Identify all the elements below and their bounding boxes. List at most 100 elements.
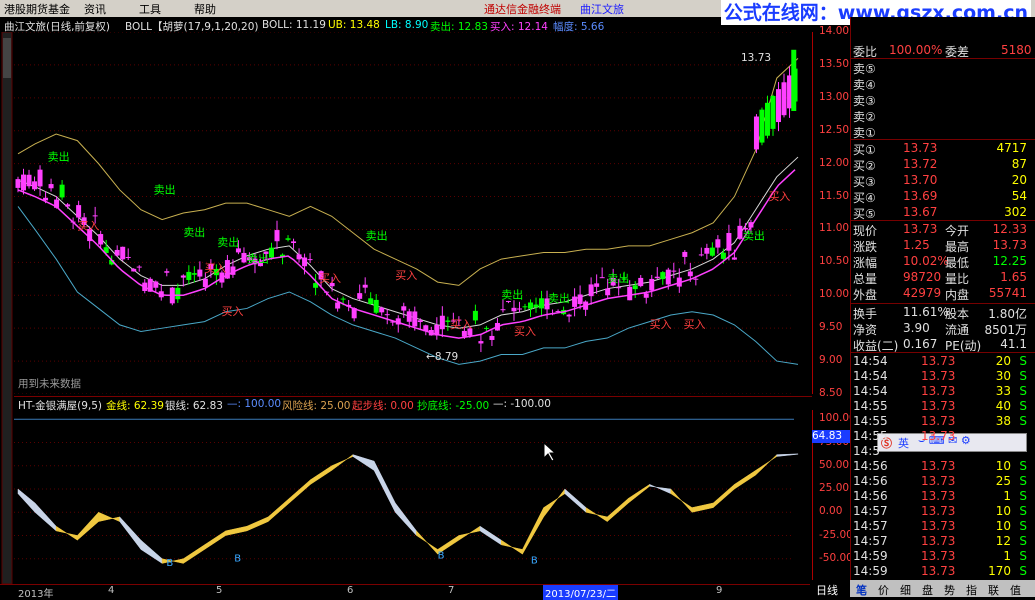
tick-price: 13.73 <box>921 384 956 398</box>
date-label: 4 <box>108 585 115 596</box>
detail-tab[interactable]: 笔 <box>856 582 867 598</box>
stat-row: 涨跌 1.25 最高 13.73 <box>853 238 1031 254</box>
stat-value: 11.61% <box>903 305 949 319</box>
tick-row: 14:55 13.73 40 S <box>853 399 1031 415</box>
tick-row: 14:57 13.73 10 S <box>853 504 1031 520</box>
osc-band <box>670 488 693 513</box>
osc-signal-mark: B <box>438 551 445 562</box>
low-annotation-value: 8.79 <box>434 351 459 363</box>
ask-level-label: 卖② <box>853 110 876 124</box>
high-annotation: 13.73 <box>741 52 772 64</box>
detail-tab[interactable]: 细 <box>900 582 911 598</box>
candle-body <box>533 304 539 308</box>
tick-volume: 33 <box>995 384 1011 398</box>
candle-body <box>522 306 528 308</box>
tick-row: 14:56 13.73 10 S <box>853 459 1031 475</box>
detail-tab[interactable]: 值 <box>1010 582 1021 598</box>
candle-body <box>186 271 192 280</box>
bid-level-label: 买③ <box>853 175 876 189</box>
bid-volume: 54 <box>1011 189 1027 203</box>
mouse-cursor-icon <box>543 441 557 462</box>
tick-side: S <box>1019 534 1027 548</box>
kline-chart[interactable]: 卖出买入卖出卖出买入卖出卖出买入买入卖出买入买入卖出买入卖出卖出买入 买入卖出买入 <box>14 32 811 394</box>
tick-price: 13.73 <box>921 564 956 578</box>
candle-body <box>687 271 693 277</box>
price-tick: 11.50 <box>819 189 850 202</box>
oscillator-chart[interactable]: BBBB <box>14 410 811 582</box>
candle-body <box>164 271 170 273</box>
candle-body <box>737 225 743 239</box>
bid-level-label: 买① <box>853 143 876 157</box>
date-label: 5 <box>216 585 223 596</box>
period-daily-tab[interactable]: 日线 <box>810 580 850 597</box>
stat-row: 现价 13.73 今开 12.33 <box>853 222 1031 238</box>
osc-band <box>204 530 226 550</box>
candle-body <box>98 234 104 245</box>
tick-side: S <box>1019 504 1027 518</box>
candle-body <box>753 116 759 150</box>
stat-value: 42979 <box>903 286 942 300</box>
stat-label: PE(动) <box>945 339 982 353</box>
ask-level-label: 卖③ <box>853 94 876 108</box>
price-tick: 12.50 <box>819 123 850 136</box>
candle-body <box>285 238 291 240</box>
tick-price: 13.73 <box>921 354 956 368</box>
osc-band <box>246 516 269 532</box>
candle-body <box>649 278 655 291</box>
stat-value: 1.25 <box>903 238 930 252</box>
tick-side: S <box>1019 354 1027 368</box>
osc-band <box>289 479 311 504</box>
candle-body <box>307 259 313 261</box>
detail-tab[interactable]: 盘 <box>922 582 933 598</box>
pane-divider <box>14 396 812 397</box>
menu-item-hk-futures[interactable]: 港股期货基金 <box>4 1 70 17</box>
tick-volume: 20 <box>995 354 1011 368</box>
osc-band <box>564 488 587 513</box>
candle-body <box>483 327 489 329</box>
tick-row: 14:54 13.73 33 S <box>853 384 1031 400</box>
quote-panel: 委比 100.00% 委差 5180 Ⓢ 英 ⌣ ⌨ ✉ ⚙ 卖⑤ 卖④ 卖③ 卖② 卖… <box>850 17 1035 580</box>
tick-price: 13.73 <box>921 534 956 548</box>
detail-tab[interactable]: 指 <box>966 582 977 598</box>
bid-row: 买③ 13.70 20 <box>853 173 1031 189</box>
menu-item-help[interactable]: 帮助 <box>194 1 216 17</box>
candle-body <box>21 174 27 191</box>
detail-tab[interactable]: 联 <box>988 582 999 598</box>
order-ratio-row: 委比 100.00% 委差 5180 <box>853 43 1032 59</box>
future-data-note: 用到未来数据 <box>18 378 81 390</box>
tick-time: 14:56 <box>853 474 888 488</box>
left-scrollbar[interactable] <box>0 32 14 584</box>
line-neg100-value: —: -100.00 <box>493 398 551 410</box>
tick-price: 13.73 <box>921 399 956 413</box>
low-annotation: ←8.79 <box>426 351 459 363</box>
order-ratio-value: 100.00% <box>889 43 943 57</box>
detail-tab[interactable]: 势 <box>944 582 955 598</box>
candle-body <box>704 247 710 254</box>
stat-label: 今开 <box>945 224 970 238</box>
tick-side: S <box>1019 549 1027 563</box>
osc-tick: -50.00 <box>819 551 853 564</box>
candle-body <box>241 252 247 263</box>
stat-value: 10.02% <box>903 254 949 268</box>
candle-body <box>362 284 368 288</box>
stat-row: 换手 11.61% 股本 1.80亿 <box>853 305 1031 321</box>
price-tick: 10.50 <box>819 255 850 268</box>
ma-line <box>17 169 796 339</box>
bid-volume: 20 <box>1011 173 1027 187</box>
candle-body <box>153 281 159 288</box>
tick-time: 14:54 <box>853 384 888 398</box>
menu-item-info[interactable]: 资讯 <box>84 1 106 17</box>
signal-label: 卖出 <box>183 225 205 239</box>
signal-label: 卖出 <box>154 182 176 196</box>
osc-band <box>17 488 36 513</box>
boll-line-boll <box>17 156 799 329</box>
osc-band <box>77 511 99 541</box>
menu-item-tools[interactable]: 工具 <box>139 1 161 17</box>
osc-band <box>395 502 417 537</box>
candle-body <box>698 254 704 256</box>
detail-tab[interactable]: 价 <box>878 582 889 598</box>
osc-band <box>310 465 332 485</box>
bid-volume: 4717 <box>996 141 1027 155</box>
candle-body <box>671 270 677 272</box>
candle-body <box>59 184 65 198</box>
